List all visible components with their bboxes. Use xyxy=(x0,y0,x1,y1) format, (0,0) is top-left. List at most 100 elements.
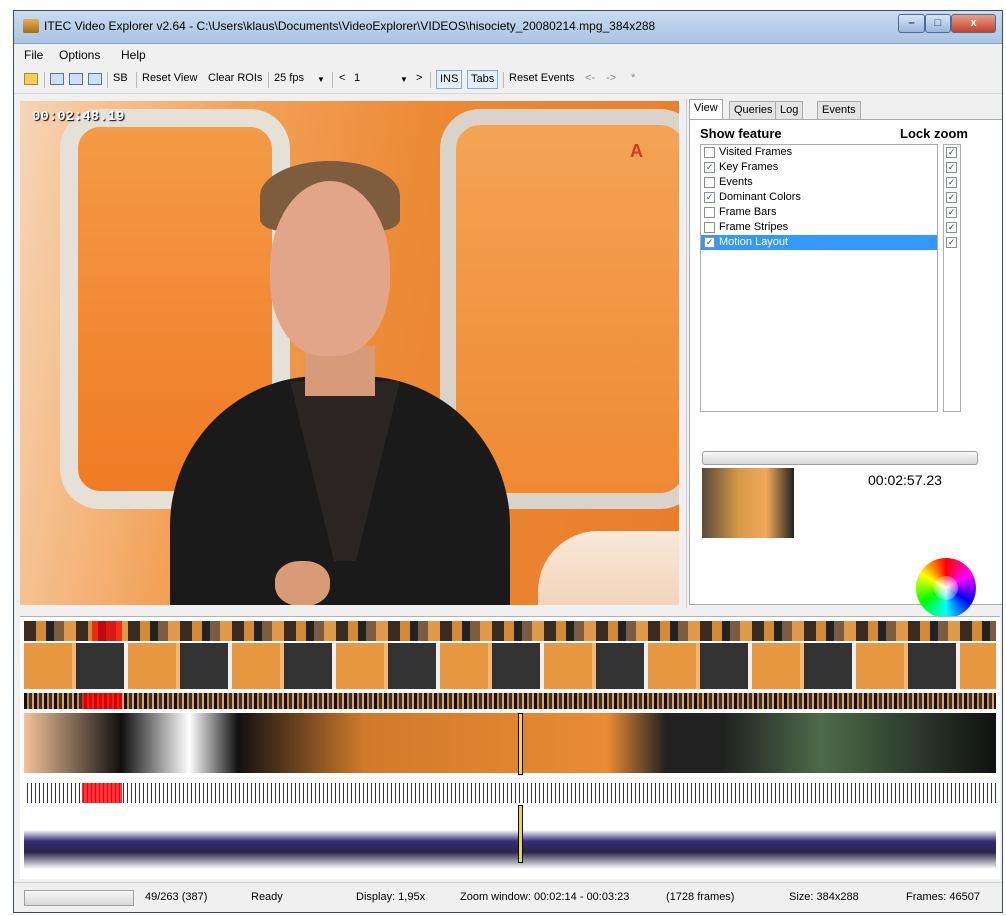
toolbar-separator xyxy=(107,72,108,88)
reset-events-button[interactable]: Reset Events xyxy=(509,72,574,84)
list-item[interactable]: ✓ Dominant Colors xyxy=(701,190,937,205)
lock-checkbox[interactable]: ✓ xyxy=(946,177,957,188)
list-item[interactable]: Frame Stripes xyxy=(701,220,937,235)
key-frames-strip[interactable] xyxy=(24,643,996,689)
video-player[interactable]: A 00:02:48.19 xyxy=(20,101,679,605)
fps-select[interactable]: 25 fps xyxy=(274,72,304,84)
tab-view[interactable]: View xyxy=(689,99,723,120)
feature-checkbox[interactable] xyxy=(704,222,715,233)
ins-toggle[interactable]: INS xyxy=(436,70,463,89)
toolbar-separator xyxy=(503,72,504,88)
status-frames-total: Frames: 46507 xyxy=(906,891,980,903)
feature-checkbox[interactable] xyxy=(704,177,715,188)
toolbar-separator xyxy=(44,72,45,88)
lock-zoom-heading: Lock zoom xyxy=(900,126,968,141)
status-zoom-frames: (1728 frames) xyxy=(666,891,735,903)
frame-stripes-strip[interactable] xyxy=(24,783,996,803)
tabs-toggle[interactable]: Tabs xyxy=(467,70,499,89)
feature-checkbox[interactable] xyxy=(704,207,715,218)
page-dropdown-icon[interactable]: ▼ xyxy=(400,75,408,84)
status-zoom-window: Zoom window: 00:02:14 - 00:03:23 xyxy=(460,891,630,903)
status-state: Ready xyxy=(251,891,283,903)
tab-log[interactable]: Log xyxy=(775,101,804,119)
feature-label: Events xyxy=(719,176,753,188)
list-item[interactable]: Frame Bars xyxy=(701,205,937,220)
lock-checkbox[interactable]: ✓ xyxy=(946,222,957,233)
menu-bar: File Options Help xyxy=(14,44,1002,66)
grid-layout-icon[interactable] xyxy=(50,73,64,85)
tab-events[interactable]: Events xyxy=(817,101,861,119)
person-head xyxy=(270,181,390,356)
feature-label: Dominant Colors xyxy=(719,191,801,203)
feature-checkbox[interactable] xyxy=(704,147,715,158)
list-item[interactable]: ✓ Key Frames xyxy=(701,160,937,175)
next-button[interactable]: > xyxy=(416,72,422,84)
toolbar-separator xyxy=(268,72,269,88)
playhead-marker[interactable] xyxy=(518,805,523,863)
lock-checkbox[interactable]: ✓ xyxy=(946,207,957,218)
feature-label: Visited Frames xyxy=(719,146,793,158)
status-size: Size: 384x288 xyxy=(789,891,859,903)
list-item[interactable]: Visited Frames xyxy=(701,145,937,160)
status-display: Display: 1,95x xyxy=(356,891,426,903)
person-hand xyxy=(275,561,330,605)
lock-checkbox[interactable]: ✓ xyxy=(946,192,957,203)
panel-tabs: View Queries Log Events xyxy=(687,99,1002,120)
feature-label: Frame Bars xyxy=(719,206,777,218)
status-frames-count: 49/263 (387) xyxy=(145,891,208,903)
playhead-marker[interactable] xyxy=(518,713,523,775)
prev-button[interactable]: < xyxy=(339,72,345,84)
minimize-button[interactable]: – xyxy=(898,14,925,33)
split-layout-icon[interactable] xyxy=(69,73,83,85)
forward-button[interactable]: -> xyxy=(606,72,616,84)
frame-bars-strip[interactable] xyxy=(24,693,996,709)
app-window: ITEC Video Explorer v2.64 - C:\Users\kla… xyxy=(13,10,1003,913)
feature-checkbox[interactable]: ✓ xyxy=(704,237,715,248)
dominant-colors-strip[interactable] xyxy=(24,713,996,773)
color-wheel-icon[interactable] xyxy=(916,558,976,618)
app-icon xyxy=(23,19,39,33)
status-progress xyxy=(24,890,134,906)
reset-view-button[interactable]: Reset View xyxy=(142,72,197,84)
lock-checkbox[interactable]: ✓ xyxy=(946,147,957,158)
visited-frames-strip[interactable] xyxy=(24,621,996,641)
video-timestamp: 00:02:48.19 xyxy=(32,109,125,125)
fps-dropdown-icon[interactable]: ▼ xyxy=(317,75,325,84)
menu-file[interactable]: File xyxy=(24,48,43,62)
toolbar: SB Reset View Clear ROIs 25 fps ▼ < 1 ▼ … xyxy=(14,67,1002,94)
roi-highlight xyxy=(82,783,122,803)
single-layout-icon[interactable] xyxy=(88,73,102,85)
sb-button[interactable]: SB xyxy=(113,72,128,84)
maximize-button[interactable]: □ xyxy=(925,14,951,33)
toolbar-separator xyxy=(332,72,333,88)
page-select[interactable]: 1 xyxy=(354,72,360,84)
star-button[interactable]: * xyxy=(631,72,635,84)
side-panel: View Queries Log Events Show feature Loc… xyxy=(686,99,1002,618)
menu-help[interactable]: Help xyxy=(121,48,146,62)
lock-checkbox[interactable]: ✓ xyxy=(946,237,957,248)
lock-checkbox[interactable]: ✓ xyxy=(946,162,957,173)
preview-timestamp: 00:02:57.23 xyxy=(868,472,942,488)
menu-options[interactable]: Options xyxy=(59,48,100,62)
feature-checkbox[interactable]: ✓ xyxy=(704,162,715,173)
position-slider[interactable] xyxy=(702,451,978,465)
feature-checkbox[interactable]: ✓ xyxy=(704,192,715,203)
clear-rois-button[interactable]: Clear ROIs xyxy=(208,72,262,84)
feature-label: Frame Stripes xyxy=(719,221,789,233)
timeline-view[interactable] xyxy=(20,616,1000,879)
close-button[interactable]: x xyxy=(951,14,996,33)
status-bar: 49/263 (387) Ready Display: 1,95x Zoom w… xyxy=(14,882,1002,912)
tab-queries[interactable]: Queries xyxy=(729,101,778,119)
window-title: ITEC Video Explorer v2.64 - C:\Users\kla… xyxy=(44,19,656,33)
channel-logo: A xyxy=(630,141,643,161)
view-tab-body: Show feature Lock zoom Visited Frames ✓ … xyxy=(689,119,1002,618)
list-item[interactable]: Events xyxy=(701,175,937,190)
lock-zoom-list: ✓ ✓ ✓ ✓ ✓ ✓ ✓ xyxy=(943,144,961,412)
toolbar-separator xyxy=(430,72,431,88)
title-bar: ITEC Video Explorer v2.64 - C:\Users\kla… xyxy=(14,11,1002,44)
open-folder-icon[interactable] xyxy=(24,73,38,85)
motion-layout-strip[interactable] xyxy=(24,813,996,869)
back-button[interactable]: <- xyxy=(585,72,595,84)
list-item[interactable]: ✓ Motion Layout xyxy=(701,235,937,250)
preview-thumbnail[interactable] xyxy=(702,468,794,538)
